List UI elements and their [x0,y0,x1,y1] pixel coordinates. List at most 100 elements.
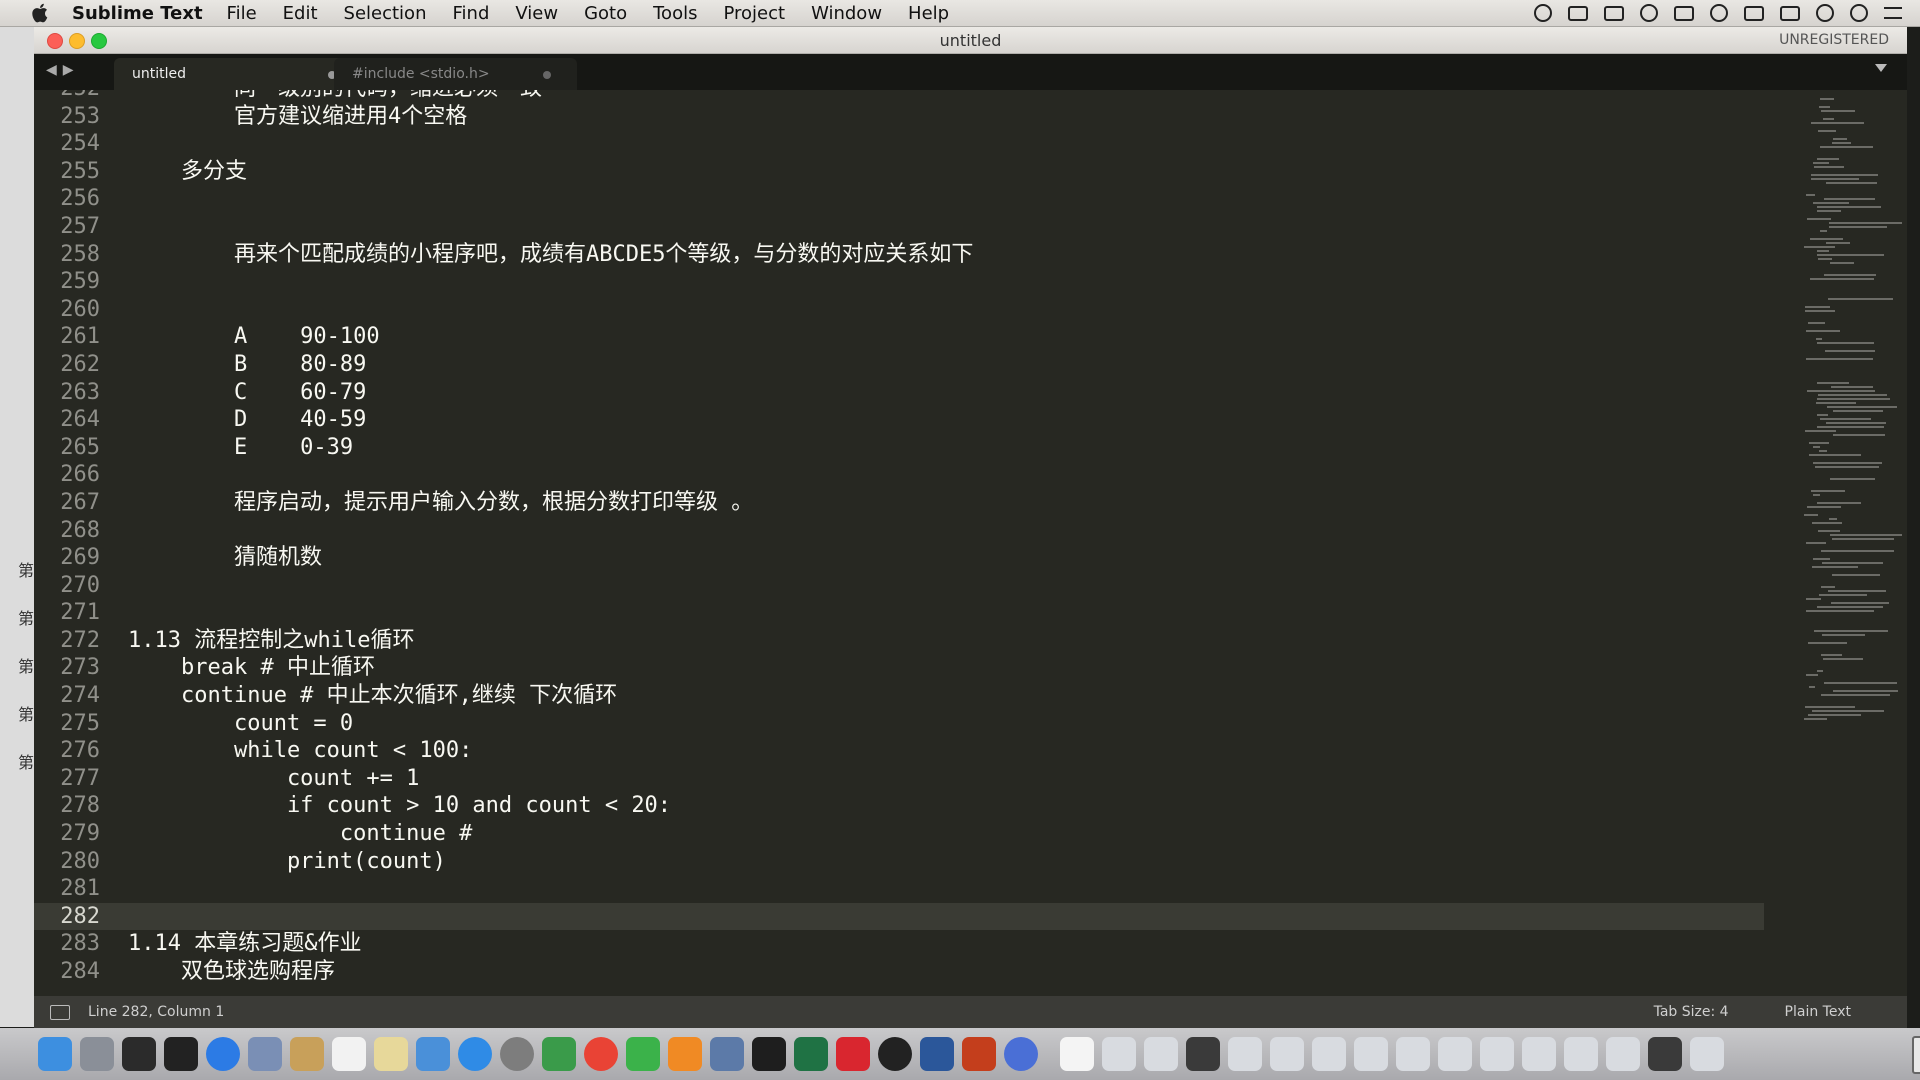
code-line[interactable]: 267 程序启动，提示用户输入分数，根据分数打印等级 。 [34,489,1764,517]
menu-tools[interactable]: Tools [653,3,697,24]
hat-icon[interactable] [1604,5,1624,21]
tab-nav-arrows-icon[interactable]: ◀▶ [46,62,80,78]
line-text[interactable]: A 90-100 [128,323,380,351]
menu-project[interactable]: Project [723,3,785,24]
line-number[interactable]: 280 [34,848,100,876]
minimized-window-icon[interactable] [1144,1037,1178,1071]
document-icon[interactable] [1060,1037,1094,1071]
code-line[interactable]: 278 if count > 10 and count < 20: [34,792,1764,820]
code-line[interactable]: 281 [34,875,1764,903]
line-text[interactable]: 多分支 [128,158,247,186]
code-line[interactable]: 256 [34,185,1764,213]
browser-icon[interactable] [1004,1037,1038,1071]
volume-icon[interactable] [1674,5,1694,21]
line-number[interactable]: 267 [34,489,100,517]
bluetooth-icon[interactable] [1640,4,1658,22]
code-line[interactable]: 263 C 60-79 [34,379,1764,407]
code-line[interactable]: 254 [34,130,1764,158]
code-line[interactable]: 282 [34,902,1764,931]
line-number[interactable]: 269 [34,544,100,572]
code-line[interactable]: 265 E 0-39 [34,434,1764,462]
cursor-position[interactable]: Line 282, Column 1 [88,1004,224,1020]
line-text[interactable]: D 40-59 [128,406,366,434]
code-line[interactable]: 272 1.13 流程控制之while循环 [34,627,1764,655]
minimized-window-icon[interactable] [1564,1037,1598,1071]
minimized-window-icon[interactable] [1396,1037,1430,1071]
syntax-selector[interactable]: Plain Text [1785,1004,1851,1020]
line-text[interactable]: 猜随机数 [128,544,322,572]
line-number[interactable]: 263 [34,379,100,407]
code-line[interactable]: 271 [34,599,1764,627]
line-number[interactable]: 284 [34,958,100,986]
calendar-icon[interactable] [332,1037,366,1071]
code-lines[interactable]: 252 同一级别的代码，缩进必须一致253 官方建议缩进用4个空格254255 … [34,90,1764,986]
sublime-status-icon[interactable] [1780,5,1800,21]
line-text[interactable]: print(count) [128,848,446,876]
line-number[interactable]: 283 [34,930,100,958]
wifi-icon[interactable] [1710,4,1728,22]
menu-view[interactable]: View [515,3,558,24]
evernote-icon[interactable] [1534,4,1552,22]
minimap[interactable] [1764,90,1907,996]
menu-find[interactable]: Find [452,3,489,24]
code-line[interactable]: 268 [34,517,1764,545]
line-text[interactable]: if count > 10 and count < 20: [128,792,671,820]
line-text[interactable]: 官方建议缩进用4个空格 [128,103,467,131]
line-text[interactable]: count = 0 [128,710,353,738]
pycharm-ce-icon[interactable] [752,1037,786,1071]
line-number[interactable]: 262 [34,351,100,379]
notification-center-icon[interactable] [1884,7,1902,19]
line-number[interactable]: 261 [34,323,100,351]
stickies-icon[interactable] [374,1037,408,1071]
code-line[interactable]: 257 [34,213,1764,241]
line-number[interactable]: 255 [34,158,100,186]
code-line[interactable]: 269 猜随机数 [34,544,1764,572]
line-number[interactable]: 257 [34,213,100,241]
wechat-icon[interactable] [626,1037,660,1071]
screenshot-icon[interactable] [710,1037,744,1071]
line-number[interactable]: 259 [34,268,100,296]
line-number[interactable]: 268 [34,517,100,545]
code-line[interactable]: 252 同一级别的代码，缩进必须一致 [34,90,1764,103]
minimized-window-icon[interactable] [1606,1037,1640,1071]
line-number[interactable]: 266 [34,461,100,489]
code-line[interactable]: 266 [34,461,1764,489]
menu-file[interactable]: File [227,3,257,24]
minimized-window-icon[interactable] [1228,1037,1262,1071]
code-line[interactable]: 253 官方建议缩进用4个空格 [34,103,1764,131]
apple-menu-icon[interactable] [28,0,54,26]
line-number[interactable]: 282 [34,903,100,931]
excel-icon[interactable] [794,1037,828,1071]
line-number[interactable]: 253 [34,103,100,131]
code-line[interactable]: 260 [34,296,1764,324]
screen-record-icon[interactable] [1568,5,1588,21]
code-line[interactable]: 255 多分支 [34,158,1764,186]
minimized-window-icon[interactable] [1312,1037,1346,1071]
minimized-window-icon[interactable] [1270,1037,1304,1071]
code-line[interactable]: 284 双色球选购程序 [34,958,1764,986]
line-number[interactable]: 264 [34,406,100,434]
code-line[interactable]: 264 D 40-59 [34,406,1764,434]
code-line[interactable]: 276 while count < 100: [34,737,1764,765]
menu-help[interactable]: Help [908,3,949,24]
powerpoint-icon[interactable] [962,1037,996,1071]
line-text[interactable]: 双色球选购程序 [128,958,335,986]
code-line[interactable]: 261 A 90-100 [34,323,1764,351]
editor-area[interactable]: 252 同一级别的代码，缩进必须一致253 官方建议缩进用4个空格254255 … [34,90,1907,996]
minimized-window-icon[interactable] [1354,1037,1388,1071]
code-line[interactable]: 283 1.14 本章练习题&作业 [34,930,1764,958]
sublime-text-icon[interactable] [668,1037,702,1071]
line-text[interactable]: 1.13 流程控制之while循环 [128,627,414,655]
notes-icon[interactable] [290,1037,324,1071]
minimized-window-icon[interactable] [1438,1037,1472,1071]
line-number[interactable]: 271 [34,599,100,627]
line-text[interactable]: continue # [128,820,472,848]
minimized-window-icon[interactable] [1690,1037,1724,1071]
minimized-window-icon[interactable] [1102,1037,1136,1071]
line-text[interactable]: C 60-79 [128,379,366,407]
tab-size[interactable]: Tab Size: 4 [1654,1004,1729,1020]
minimized-window-icon[interactable] [1648,1037,1682,1071]
line-number[interactable]: 258 [34,241,100,269]
terminal-icon[interactable] [164,1037,198,1071]
chrome-icon[interactable] [584,1037,618,1071]
